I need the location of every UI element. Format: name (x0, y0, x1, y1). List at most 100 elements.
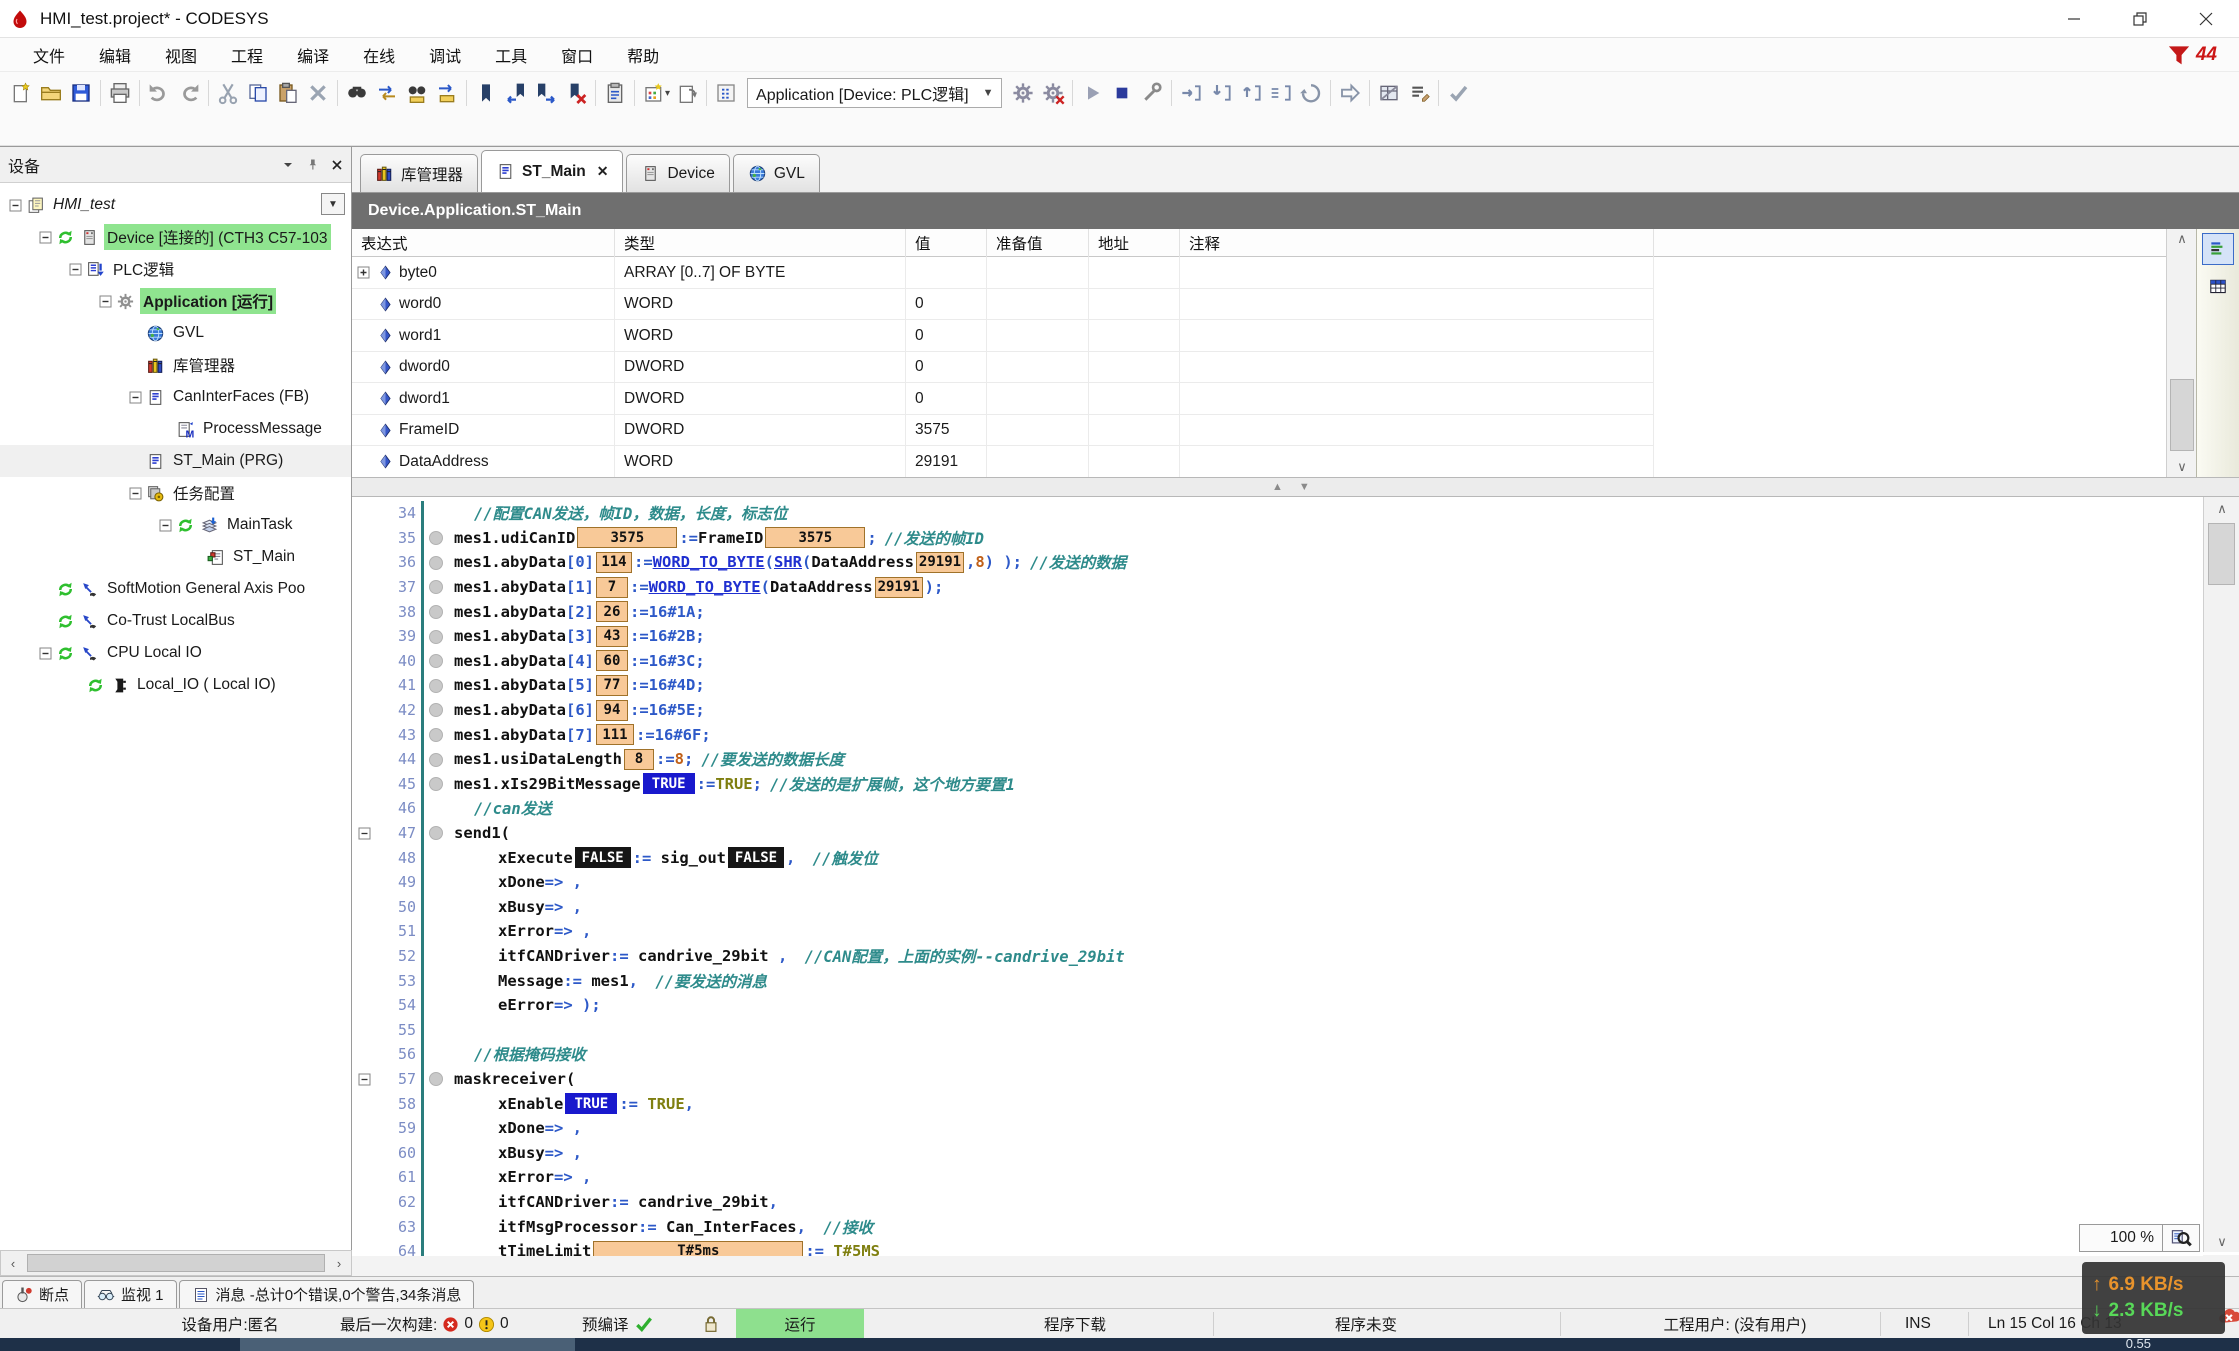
fold-collapse-icon[interactable] (356, 1073, 372, 1086)
editor-tab-GVL[interactable]: GVL (733, 154, 820, 192)
code-line-63[interactable]: 63itfMsgProcessor:= Can_InterFaces, //接收 (352, 1214, 2203, 1239)
inline-value-box[interactable]: 111 (596, 724, 634, 745)
menu-item-工具[interactable]: 工具 (478, 39, 544, 71)
menu-item-编辑[interactable]: 编辑 (82, 39, 148, 71)
prepared-value-cell[interactable] (987, 415, 1089, 447)
tree-item-ST_Main[interactable]: ST_Main (0, 541, 351, 573)
st-code-editor[interactable]: 34//配置CAN发送，帧ID，数据，长度，标志位35mes1.udiCanID… (352, 497, 2203, 1256)
tree-item-Device-连接的-CTH3-C57-103[interactable]: Device [连接的] (CTH3 C57-103 (0, 221, 351, 253)
tree-item-Local_IO-Local-IO-[interactable]: Local_IO ( Local IO) (0, 669, 351, 701)
tree-item-CPU-Local-IO[interactable]: CPU Local IO (0, 637, 351, 669)
notification-badge[interactable]: 44 (2166, 42, 2217, 68)
tree-item-HMI_test[interactable]: HMI_test▼ (0, 189, 351, 221)
breakpoint-slot-icon[interactable] (429, 605, 443, 619)
code-line-64[interactable]: 64tTimeLimitT#5ms:= T#5MS (352, 1239, 2203, 1256)
chevron-down-icon[interactable]: ▾ (665, 88, 670, 99)
menu-item-窗口[interactable]: 窗口 (544, 39, 610, 71)
inline-true-box[interactable]: TRUE (565, 1093, 617, 1114)
code-line-59[interactable]: 59xDone=> , (352, 1116, 2203, 1141)
tree-item-CanInterFaces-FB-[interactable]: CanInterFaces (FB) (0, 381, 351, 413)
column-header-注释[interactable]: 注释 (1180, 229, 1654, 257)
code-line-43[interactable]: 43mes1.abyData[7]111:=16#6F; (352, 722, 2203, 747)
expander-minus-icon[interactable] (68, 262, 82, 276)
code-line-47[interactable]: 47send1( (352, 821, 2203, 846)
code-editor-scrollbar[interactable]: ∧ ∨ (2203, 497, 2239, 1252)
inline-false-box[interactable]: FALSE (575, 847, 631, 868)
prev-bookmark-button[interactable] (501, 78, 531, 108)
step-instruction-button[interactable] (1266, 78, 1296, 108)
breakpoint-slot-icon[interactable] (429, 654, 443, 668)
breakpoint-slot-icon[interactable] (429, 777, 443, 791)
clear-bookmarks-button[interactable] (561, 78, 591, 108)
text-view-icon[interactable] (2202, 233, 2234, 265)
tree-item-Application-运行-[interactable]: Application [运行] (0, 285, 351, 317)
zoom-level[interactable]: 100 % (2079, 1224, 2163, 1252)
tree-item-Co-Trust-LocalBus[interactable]: Co-Trust LocalBus (0, 605, 351, 637)
device-tree-horizontal-scrollbar[interactable]: ‹ › (0, 1250, 352, 1276)
code-line-46[interactable]: 46//can发送 (352, 796, 2203, 821)
menu-item-帮助[interactable]: 帮助 (610, 39, 676, 71)
new-file-button[interactable] (6, 78, 36, 108)
cut-button[interactable] (213, 78, 243, 108)
replace-button[interactable] (372, 78, 402, 108)
editor-tab-ST_Main[interactable]: ST_Main✕ (481, 150, 623, 192)
clipboard-list-button[interactable] (600, 78, 630, 108)
expander-minus-icon[interactable] (38, 646, 52, 660)
login-button[interactable] (1008, 78, 1038, 108)
prepared-value-cell[interactable] (987, 383, 1089, 415)
tree-item-PLC逻辑[interactable]: PLC逻辑 (0, 253, 351, 285)
column-header-地址[interactable]: 地址 (1089, 229, 1180, 257)
code-line-54[interactable]: 54eError=> ); (352, 993, 2203, 1018)
tree-item-SoftMotion-General-Axis-Poo[interactable]: SoftMotion General Axis Poo (0, 573, 351, 605)
panel-tab-消息 -[interactable]: 消息 -总计0个错误,0个警告,34条消息 (179, 1280, 475, 1308)
menu-item-调试[interactable]: 调试 (412, 39, 478, 71)
single-cycle-button[interactable] (1296, 78, 1326, 108)
paste-button[interactable] (273, 78, 303, 108)
find-button[interactable] (342, 78, 372, 108)
delete-button[interactable] (303, 78, 333, 108)
breakpoint-slot-icon[interactable] (429, 679, 443, 693)
scrollbar-thumb[interactable] (27, 1254, 325, 1272)
expander-minus-icon[interactable] (158, 518, 172, 532)
copy-button[interactable] (243, 78, 273, 108)
inline-value-box[interactable]: 43 (596, 626, 628, 647)
column-header-准备值[interactable]: 准备值 (987, 229, 1089, 257)
column-header-值[interactable]: 值 (906, 229, 987, 257)
code-line-48[interactable]: 48xExecuteFALSE:= sig_outFALSE, //触发位 (352, 845, 2203, 870)
breakpoint-slot-icon[interactable] (429, 630, 443, 644)
step-out-button[interactable] (1236, 78, 1266, 108)
breakpoint-slot-icon[interactable] (429, 556, 443, 570)
restore-button[interactable] (2107, 0, 2173, 38)
inline-value-box[interactable]: 8 (624, 749, 654, 770)
find-all-button[interactable] (402, 78, 432, 108)
watch-row-dword0[interactable]: dword0DWORD0 (352, 352, 1654, 384)
fold-collapse-icon[interactable] (356, 827, 372, 840)
code-line-42[interactable]: 42mes1.abyData[6]94:=16#5E; (352, 698, 2203, 723)
scroll-up-arrow-icon[interactable]: ∧ (2167, 231, 2197, 247)
column-header-表达式[interactable]: 表达式 (352, 229, 615, 257)
expander-minus-icon[interactable] (8, 198, 22, 212)
inline-value-box[interactable]: 60 (596, 650, 628, 671)
scroll-right-arrow-icon[interactable]: › (327, 1256, 351, 1271)
inline-value-box[interactable]: 77 (596, 675, 628, 696)
tree-item-dropdown-button[interactable]: ▼ (321, 193, 345, 215)
panel-tab-断点[interactable]: 断点 (2, 1280, 82, 1308)
code-line-38[interactable]: 38mes1.abyData[2]26:=16#1A; (352, 599, 2203, 624)
next-bookmark-button[interactable] (531, 78, 561, 108)
input-assistant-button[interactable] (711, 78, 741, 108)
table-view-icon[interactable] (2202, 271, 2234, 303)
code-line-58[interactable]: 58xEnableTRUE:= TRUE, (352, 1091, 2203, 1116)
stop-button[interactable] (1107, 78, 1137, 108)
breakpoint-slot-icon[interactable] (429, 580, 443, 594)
editor-splitter[interactable]: ▲▼ (352, 477, 2239, 497)
run-to-cursor-button[interactable] (1335, 78, 1365, 108)
scroll-down-arrow-icon[interactable]: ∨ (2167, 459, 2197, 475)
code-line-50[interactable]: 50xBusy=> , (352, 895, 2203, 920)
force-button[interactable] (1137, 78, 1167, 108)
start-button[interactable] (1077, 78, 1107, 108)
expander-minus-icon[interactable] (128, 390, 142, 404)
menu-item-文件[interactable]: 文件 (16, 39, 82, 71)
close-button[interactable] (2173, 0, 2239, 38)
tree-item-库管理器[interactable]: 库管理器 (0, 349, 351, 381)
menu-item-视图[interactable]: 视图 (148, 39, 214, 71)
